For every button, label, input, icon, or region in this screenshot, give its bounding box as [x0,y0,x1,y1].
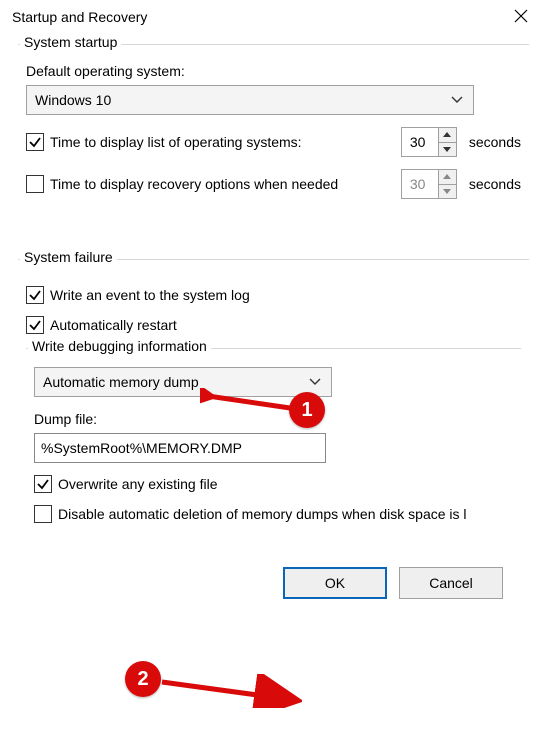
cancel-button[interactable]: Cancel [399,567,503,599]
default-os-select[interactable]: Windows 10 [26,85,474,115]
system-startup-group: System startup Default operating system:… [18,44,529,225]
ok-button-label: OK [325,575,345,591]
time-rec-checkbox[interactable] [26,175,44,193]
ok-button[interactable]: OK [283,567,387,599]
spinner-buttons[interactable] [438,170,456,198]
chevron-down-icon [309,378,321,386]
dump-file-input[interactable]: %SystemRoot%\MEMORY.DMP [34,433,326,463]
debug-info-group: Write debugging information Automatic me… [26,348,521,541]
dump-file-value: %SystemRoot%\MEMORY.DMP [41,440,242,456]
default-os-value: Windows 10 [35,92,111,108]
system-failure-group: System failure Write an event to the sys… [18,259,529,555]
seconds-label-1: seconds [469,134,521,150]
time-rec-value: 30 [410,176,426,192]
debug-type-select[interactable]: Automatic memory dump [34,367,332,397]
annotation-badge-1: 1 [289,392,325,428]
debug-type-value: Automatic memory dump [43,374,199,390]
spinner-up-icon[interactable] [439,128,456,142]
time-os-spinner[interactable]: 30 [401,127,457,157]
default-os-label: Default operating system: [26,63,521,79]
titlebar: Startup and Recovery [0,0,545,34]
time-rec-label: Time to display recovery options when ne… [50,176,338,192]
write-event-label: Write an event to the system log [50,287,250,303]
dump-file-label: Dump file: [34,411,513,427]
disable-auto-del-label: Disable automatic deletion of memory dum… [58,506,467,522]
spinner-down-icon[interactable] [439,142,456,157]
close-icon[interactable] [507,8,535,26]
debug-info-group-title: Write debugging information [28,338,211,354]
seconds-label-2: seconds [469,176,521,192]
system-failure-group-title: System failure [20,249,117,265]
chevron-down-icon [451,96,463,104]
system-startup-group-title: System startup [20,34,121,50]
auto-restart-checkbox[interactable] [26,316,44,334]
annotation-badge-2: 2 [125,661,161,697]
time-rec-spinner[interactable]: 30 [401,169,457,199]
time-os-value: 30 [410,134,426,150]
overwrite-label: Overwrite any existing file [58,476,218,492]
dialog-buttons: OK Cancel [18,567,529,599]
auto-restart-label: Automatically restart [50,317,177,333]
disable-auto-del-checkbox[interactable] [34,505,52,523]
spinner-buttons[interactable] [438,128,456,156]
write-event-checkbox[interactable] [26,286,44,304]
window-title: Startup and Recovery [12,9,507,25]
overwrite-checkbox[interactable] [34,475,52,493]
spinner-down-icon[interactable] [439,184,456,199]
time-os-checkbox[interactable] [26,133,44,151]
annotation-arrow-2 [156,674,302,708]
spinner-up-icon[interactable] [439,170,456,184]
cancel-button-label: Cancel [429,575,473,591]
time-os-label: Time to display list of operating system… [50,134,302,150]
